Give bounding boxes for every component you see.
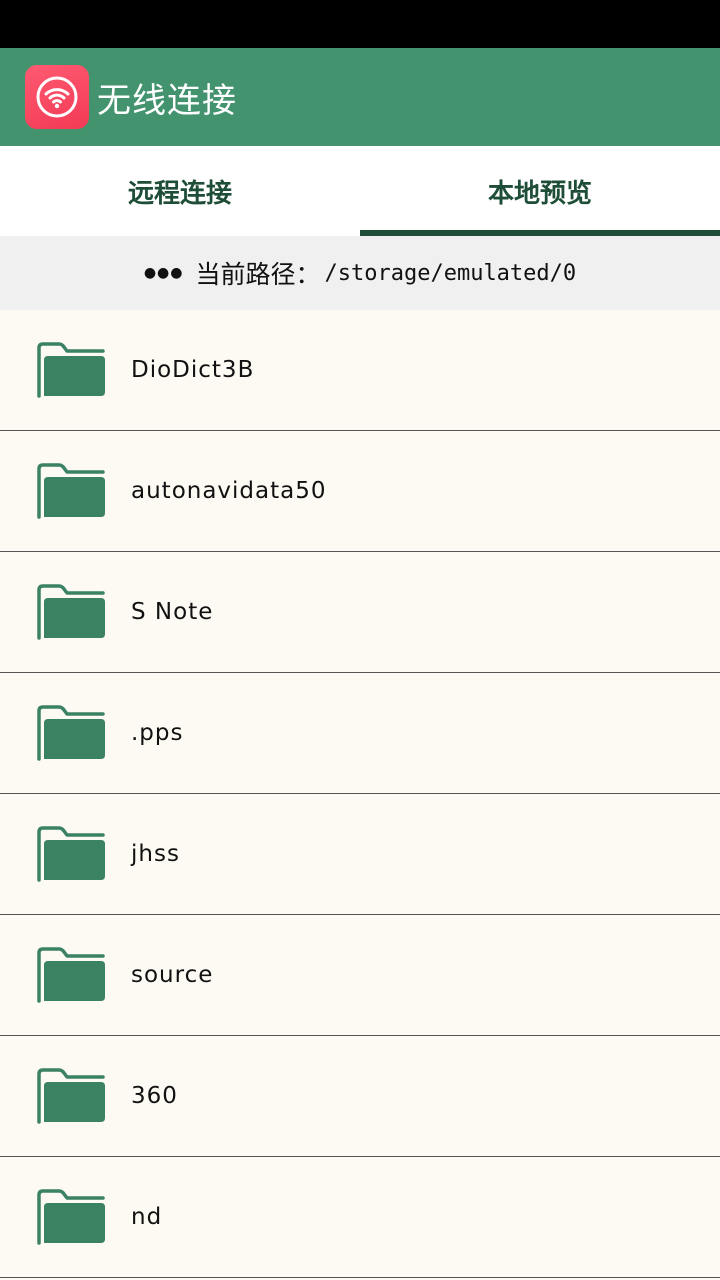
app-bar: 无线连接 (0, 48, 720, 146)
app-title: 无线连接 (97, 80, 237, 121)
folder-icon (35, 945, 107, 1005)
folder-icon (35, 461, 107, 521)
tab-bar: 远程连接 本地预览 (0, 146, 720, 236)
folder-icon (35, 340, 107, 400)
wifi-icon (25, 65, 89, 129)
list-item[interactable]: S Note (0, 552, 720, 673)
file-name: source (131, 962, 214, 988)
list-item[interactable]: jhss (0, 794, 720, 915)
list-item[interactable]: 360 (0, 1036, 720, 1157)
list-item[interactable]: .pps (0, 673, 720, 794)
file-name: .pps (131, 720, 184, 746)
file-list: DioDict3B autonavidata50 S Note .pps jhs… (0, 310, 720, 1278)
list-item[interactable]: autonavidata50 (0, 431, 720, 552)
file-name: jhss (131, 841, 180, 867)
file-name: nd (131, 1204, 163, 1230)
tab-local-preview[interactable]: 本地预览 (360, 146, 720, 236)
file-name: autonavidata50 (131, 478, 327, 504)
file-name: S Note (131, 599, 214, 625)
list-item[interactable]: source (0, 915, 720, 1036)
path-value: /storage/emulated/0 (324, 260, 577, 286)
tab-label: 本地预览 (487, 178, 592, 209)
file-name: DioDict3B (131, 357, 255, 383)
status-bar (0, 0, 720, 48)
folder-icon (35, 582, 107, 642)
folder-icon (35, 703, 107, 763)
folder-icon (35, 1066, 107, 1126)
tab-remote-connect[interactable]: 远程连接 (0, 146, 360, 236)
folder-icon (35, 1187, 107, 1247)
tab-label: 远程连接 (127, 178, 232, 209)
path-bar: ●●● 当前路径： /storage/emulated/0 (0, 236, 720, 310)
folder-icon (35, 824, 107, 884)
dots-icon: ●●● (143, 265, 184, 281)
list-item[interactable]: DioDict3B (0, 310, 720, 431)
path-label: 当前路径： (195, 260, 321, 289)
list-item[interactable]: nd (0, 1157, 720, 1278)
file-name: 360 (131, 1083, 178, 1109)
